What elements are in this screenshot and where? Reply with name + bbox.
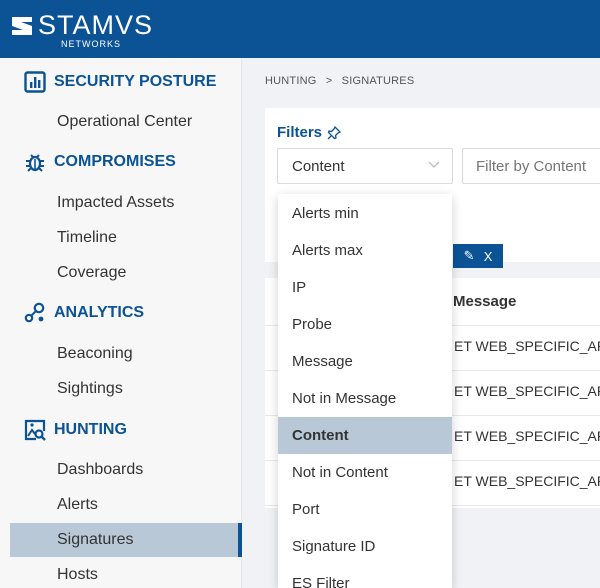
sidebar-item-impacted-assets[interactable]: Impacted Assets [10,186,242,220]
option-label: Content [292,427,349,444]
sidebar-item-label: Impacted Assets [57,194,175,211]
dropdown-option-alerts-max[interactable]: Alerts max [278,232,452,269]
option-label: Signature ID [292,538,376,555]
option-label: Message [292,353,353,370]
breadcrumb-current: SIGNATURES [341,75,415,87]
sidebar-section-security-posture[interactable]: SECURITY POSTURE [24,69,216,95]
filter-field-select[interactable]: Content [277,148,453,184]
row-message: ET WEB_SPECIFIC_APPS [454,338,600,354]
chevron-down-icon [428,161,440,168]
edit-icon[interactable]: ✎ [464,248,475,264]
top-bar: STAMVS NETWORKS [0,0,600,58]
sidebar-item-label: Timeline [57,229,117,246]
sidebar-item-label: Sightings [57,380,123,397]
row-message: ET WEB_SPECIFIC_APPS [454,383,600,399]
brand-name: STAMVS [38,10,154,40]
option-label: Alerts min [292,205,359,222]
option-label: IP [292,279,307,296]
column-header-message[interactable]: Message [453,293,516,310]
dropdown-option-ip[interactable]: IP [278,269,452,306]
filter-field-value: Content [292,157,345,175]
sidebar-section-label: HUNTING [54,421,127,438]
close-icon[interactable]: X [484,249,493,264]
sidebar-item-timeline[interactable]: Timeline [10,221,242,255]
dropdown-option-signature-id[interactable]: Signature ID [278,528,452,565]
dropdown-option-not-in-message[interactable]: Not in Message [278,380,452,417]
dropdown-option-content[interactable]: Content [278,417,452,454]
image-search-icon [24,419,46,441]
row-message: ET WEB_SPECIFIC_APPS [454,473,600,489]
brand-sub: NETWORKS [61,39,122,49]
filter-value-input[interactable] [462,148,600,184]
breadcrumb-separator: > [325,75,333,87]
option-label: Alerts max [292,242,363,259]
option-label: Probe [292,316,333,333]
sidebar-item-beaconing[interactable]: Beaconing [10,337,242,371]
sidebar-item-signatures[interactable]: Signatures [10,523,242,557]
dropdown-option-message[interactable]: Message [278,343,452,380]
sidebar-item-alerts[interactable]: Alerts [10,488,242,522]
dropdown-option-not-in-content[interactable]: Not in Content [278,454,452,491]
filters-title-text: Filters [277,124,323,141]
dropdown-option-alerts-min[interactable]: Alerts min [278,195,452,232]
sidebar-item-hosts[interactable]: Hosts [10,558,242,588]
dropdown-option-port[interactable]: Port [278,491,452,528]
sidebar-item-label: Alerts [57,496,98,513]
sidebar: SECURITY POSTURE Operational Center COMP… [0,58,242,588]
option-label: Not in Content [292,464,388,481]
option-label: Port [292,501,320,518]
sidebar-section-hunting[interactable]: HUNTING [24,417,127,443]
sidebar-item-operational-center[interactable]: Operational Center [10,105,242,139]
sidebar-item-dashboards[interactable]: Dashboards [10,453,242,487]
option-label: Not in Message [292,390,397,407]
pin-icon[interactable] [327,125,342,140]
filters-title: Filters [277,124,342,141]
breadcrumb: HUNTING > SIGNATURES [265,75,414,87]
logo-mark-icon [12,17,32,35]
sidebar-item-label: Dashboards [57,461,144,478]
brand-logo[interactable]: STAMVS NETWORKS [12,9,172,49]
sidebar-section-label: SECURITY POSTURE [54,73,217,90]
sidebar-item-label: Beaconing [57,345,133,362]
bar-chart-icon [24,71,46,93]
sidebar-item-label: Operational Center [57,113,193,130]
sidebar-item-coverage[interactable]: Coverage [10,256,242,290]
sidebar-item-label: Signatures [57,531,134,548]
sidebar-section-label: COMPROMISES [54,153,176,170]
dropdown-option-probe[interactable]: Probe [278,306,452,343]
breadcrumb-parent[interactable]: HUNTING [265,75,317,87]
row-message: ET WEB_SPECIFIC_APPS [454,428,600,444]
nodes-icon [24,302,46,324]
filter-field-dropdown: Alerts min Alerts max IP Probe Message N… [278,194,452,588]
option-label: ES Filter [292,575,350,588]
sidebar-section-analytics[interactable]: ANALYTICS [24,300,144,326]
sidebar-section-compromises[interactable]: COMPROMISES [24,149,176,175]
sidebar-item-sightings[interactable]: Sightings [10,372,242,406]
active-filter-tag[interactable]: ✎ X [453,244,503,268]
sidebar-section-label: ANALYTICS [54,304,145,321]
sidebar-item-label: Coverage [57,264,127,281]
sidebar-item-label: Hosts [57,566,98,583]
bug-icon [24,151,46,173]
dropdown-option-es-filter[interactable]: ES Filter [278,565,452,588]
